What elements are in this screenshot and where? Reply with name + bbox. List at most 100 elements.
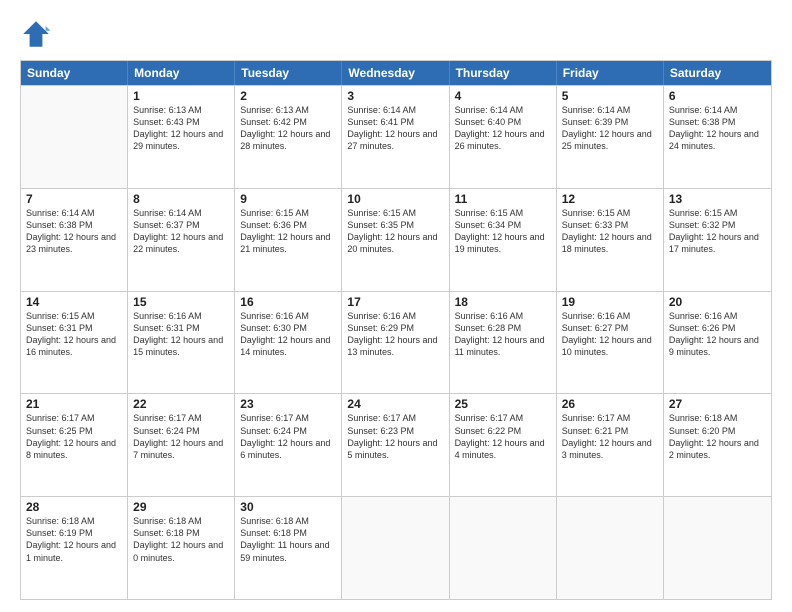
day-info: Sunrise: 6:14 AM Sunset: 6:38 PM Dayligh… xyxy=(26,207,122,256)
day-info: Sunrise: 6:13 AM Sunset: 6:43 PM Dayligh… xyxy=(133,104,229,153)
day-cell-10: 10Sunrise: 6:15 AM Sunset: 6:35 PM Dayli… xyxy=(342,189,449,291)
day-cell-18: 18Sunrise: 6:16 AM Sunset: 6:28 PM Dayli… xyxy=(450,292,557,394)
day-info: Sunrise: 6:17 AM Sunset: 6:24 PM Dayligh… xyxy=(133,412,229,461)
day-of-week-monday: Monday xyxy=(128,61,235,85)
day-info: Sunrise: 6:15 AM Sunset: 6:35 PM Dayligh… xyxy=(347,207,443,256)
day-cell-17: 17Sunrise: 6:16 AM Sunset: 6:29 PM Dayli… xyxy=(342,292,449,394)
day-cell-22: 22Sunrise: 6:17 AM Sunset: 6:24 PM Dayli… xyxy=(128,394,235,496)
day-number: 23 xyxy=(240,397,336,411)
day-number: 14 xyxy=(26,295,122,309)
calendar-row-3: 14Sunrise: 6:15 AM Sunset: 6:31 PM Dayli… xyxy=(21,291,771,394)
day-number: 7 xyxy=(26,192,122,206)
logo-icon xyxy=(20,18,52,50)
header xyxy=(20,18,772,50)
day-cell-1: 1Sunrise: 6:13 AM Sunset: 6:43 PM Daylig… xyxy=(128,86,235,188)
empty-cell xyxy=(664,497,771,599)
day-number: 9 xyxy=(240,192,336,206)
day-number: 26 xyxy=(562,397,658,411)
day-cell-24: 24Sunrise: 6:17 AM Sunset: 6:23 PM Dayli… xyxy=(342,394,449,496)
day-info: Sunrise: 6:15 AM Sunset: 6:34 PM Dayligh… xyxy=(455,207,551,256)
day-cell-5: 5Sunrise: 6:14 AM Sunset: 6:39 PM Daylig… xyxy=(557,86,664,188)
day-info: Sunrise: 6:14 AM Sunset: 6:37 PM Dayligh… xyxy=(133,207,229,256)
day-cell-26: 26Sunrise: 6:17 AM Sunset: 6:21 PM Dayli… xyxy=(557,394,664,496)
day-number: 11 xyxy=(455,192,551,206)
day-number: 16 xyxy=(240,295,336,309)
day-info: Sunrise: 6:14 AM Sunset: 6:38 PM Dayligh… xyxy=(669,104,766,153)
day-cell-19: 19Sunrise: 6:16 AM Sunset: 6:27 PM Dayli… xyxy=(557,292,664,394)
calendar-row-5: 28Sunrise: 6:18 AM Sunset: 6:19 PM Dayli… xyxy=(21,496,771,599)
day-info: Sunrise: 6:17 AM Sunset: 6:24 PM Dayligh… xyxy=(240,412,336,461)
day-cell-3: 3Sunrise: 6:14 AM Sunset: 6:41 PM Daylig… xyxy=(342,86,449,188)
day-number: 19 xyxy=(562,295,658,309)
day-number: 13 xyxy=(669,192,766,206)
day-info: Sunrise: 6:16 AM Sunset: 6:30 PM Dayligh… xyxy=(240,310,336,359)
day-info: Sunrise: 6:17 AM Sunset: 6:21 PM Dayligh… xyxy=(562,412,658,461)
day-info: Sunrise: 6:13 AM Sunset: 6:42 PM Dayligh… xyxy=(240,104,336,153)
day-info: Sunrise: 6:15 AM Sunset: 6:33 PM Dayligh… xyxy=(562,207,658,256)
day-cell-16: 16Sunrise: 6:16 AM Sunset: 6:30 PM Dayli… xyxy=(235,292,342,394)
day-of-week-wednesday: Wednesday xyxy=(342,61,449,85)
calendar-row-1: 1Sunrise: 6:13 AM Sunset: 6:43 PM Daylig… xyxy=(21,85,771,188)
day-number: 29 xyxy=(133,500,229,514)
day-info: Sunrise: 6:15 AM Sunset: 6:32 PM Dayligh… xyxy=(669,207,766,256)
calendar-header: SundayMondayTuesdayWednesdayThursdayFrid… xyxy=(21,61,771,85)
day-of-week-saturday: Saturday xyxy=(664,61,771,85)
day-info: Sunrise: 6:17 AM Sunset: 6:25 PM Dayligh… xyxy=(26,412,122,461)
day-info: Sunrise: 6:17 AM Sunset: 6:22 PM Dayligh… xyxy=(455,412,551,461)
day-number: 8 xyxy=(133,192,229,206)
day-number: 24 xyxy=(347,397,443,411)
day-info: Sunrise: 6:18 AM Sunset: 6:19 PM Dayligh… xyxy=(26,515,122,564)
day-info: Sunrise: 6:16 AM Sunset: 6:26 PM Dayligh… xyxy=(669,310,766,359)
empty-cell xyxy=(21,86,128,188)
day-info: Sunrise: 6:16 AM Sunset: 6:29 PM Dayligh… xyxy=(347,310,443,359)
day-number: 1 xyxy=(133,89,229,103)
day-number: 21 xyxy=(26,397,122,411)
calendar-body: 1Sunrise: 6:13 AM Sunset: 6:43 PM Daylig… xyxy=(21,85,771,599)
day-info: Sunrise: 6:16 AM Sunset: 6:31 PM Dayligh… xyxy=(133,310,229,359)
day-info: Sunrise: 6:14 AM Sunset: 6:39 PM Dayligh… xyxy=(562,104,658,153)
day-cell-8: 8Sunrise: 6:14 AM Sunset: 6:37 PM Daylig… xyxy=(128,189,235,291)
day-info: Sunrise: 6:18 AM Sunset: 6:20 PM Dayligh… xyxy=(669,412,766,461)
day-number: 15 xyxy=(133,295,229,309)
calendar-row-4: 21Sunrise: 6:17 AM Sunset: 6:25 PM Dayli… xyxy=(21,393,771,496)
day-number: 10 xyxy=(347,192,443,206)
day-cell-14: 14Sunrise: 6:15 AM Sunset: 6:31 PM Dayli… xyxy=(21,292,128,394)
day-number: 3 xyxy=(347,89,443,103)
day-number: 4 xyxy=(455,89,551,103)
day-info: Sunrise: 6:16 AM Sunset: 6:27 PM Dayligh… xyxy=(562,310,658,359)
day-info: Sunrise: 6:16 AM Sunset: 6:28 PM Dayligh… xyxy=(455,310,551,359)
empty-cell xyxy=(342,497,449,599)
day-info: Sunrise: 6:18 AM Sunset: 6:18 PM Dayligh… xyxy=(240,515,336,564)
day-cell-21: 21Sunrise: 6:17 AM Sunset: 6:25 PM Dayli… xyxy=(21,394,128,496)
day-number: 28 xyxy=(26,500,122,514)
day-number: 25 xyxy=(455,397,551,411)
day-cell-23: 23Sunrise: 6:17 AM Sunset: 6:24 PM Dayli… xyxy=(235,394,342,496)
day-of-week-sunday: Sunday xyxy=(21,61,128,85)
day-info: Sunrise: 6:15 AM Sunset: 6:31 PM Dayligh… xyxy=(26,310,122,359)
day-number: 17 xyxy=(347,295,443,309)
day-info: Sunrise: 6:14 AM Sunset: 6:41 PM Dayligh… xyxy=(347,104,443,153)
page: SundayMondayTuesdayWednesdayThursdayFrid… xyxy=(0,0,792,612)
day-number: 12 xyxy=(562,192,658,206)
day-info: Sunrise: 6:14 AM Sunset: 6:40 PM Dayligh… xyxy=(455,104,551,153)
day-number: 5 xyxy=(562,89,658,103)
day-cell-25: 25Sunrise: 6:17 AM Sunset: 6:22 PM Dayli… xyxy=(450,394,557,496)
day-cell-20: 20Sunrise: 6:16 AM Sunset: 6:26 PM Dayli… xyxy=(664,292,771,394)
day-number: 27 xyxy=(669,397,766,411)
day-cell-9: 9Sunrise: 6:15 AM Sunset: 6:36 PM Daylig… xyxy=(235,189,342,291)
day-cell-13: 13Sunrise: 6:15 AM Sunset: 6:32 PM Dayli… xyxy=(664,189,771,291)
day-number: 30 xyxy=(240,500,336,514)
day-cell-11: 11Sunrise: 6:15 AM Sunset: 6:34 PM Dayli… xyxy=(450,189,557,291)
day-cell-12: 12Sunrise: 6:15 AM Sunset: 6:33 PM Dayli… xyxy=(557,189,664,291)
day-cell-6: 6Sunrise: 6:14 AM Sunset: 6:38 PM Daylig… xyxy=(664,86,771,188)
day-cell-15: 15Sunrise: 6:16 AM Sunset: 6:31 PM Dayli… xyxy=(128,292,235,394)
day-info: Sunrise: 6:17 AM Sunset: 6:23 PM Dayligh… xyxy=(347,412,443,461)
day-cell-29: 29Sunrise: 6:18 AM Sunset: 6:18 PM Dayli… xyxy=(128,497,235,599)
day-number: 2 xyxy=(240,89,336,103)
day-cell-30: 30Sunrise: 6:18 AM Sunset: 6:18 PM Dayli… xyxy=(235,497,342,599)
empty-cell xyxy=(450,497,557,599)
day-number: 20 xyxy=(669,295,766,309)
day-of-week-friday: Friday xyxy=(557,61,664,85)
day-number: 6 xyxy=(669,89,766,103)
logo xyxy=(20,18,56,50)
